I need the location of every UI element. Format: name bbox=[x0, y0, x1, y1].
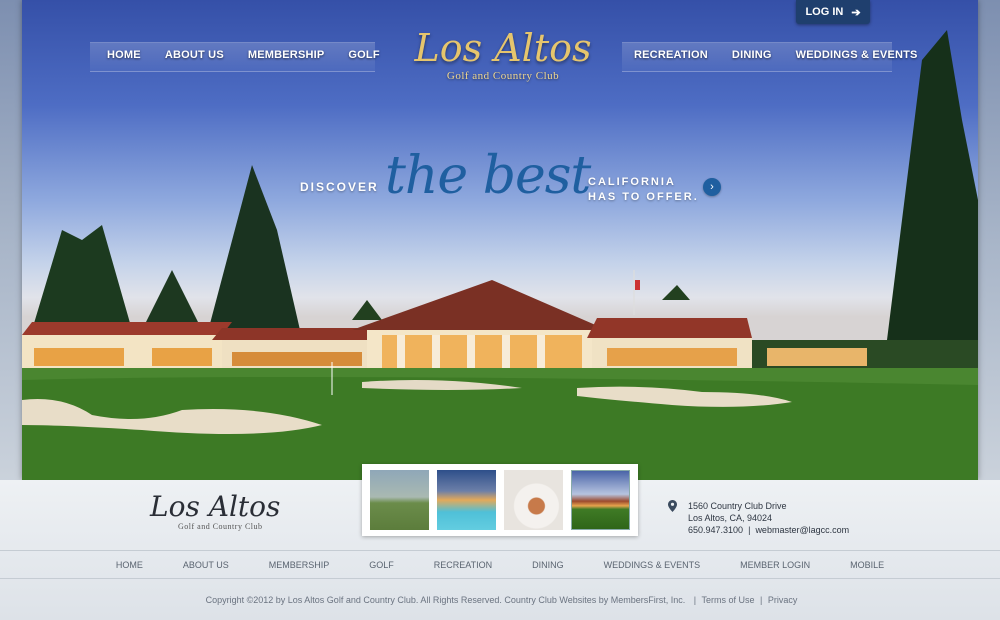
contact-separator: | bbox=[748, 525, 751, 535]
tagline-california-line2: HAS TO OFFER. bbox=[588, 191, 699, 203]
copyright-text: Copyright ©2012 by Los Altos Golf and Co… bbox=[205, 595, 686, 605]
login-label: LOG IN bbox=[805, 6, 844, 18]
main-nav-left: HOME ABOUT US MEMBERSHIP GOLF bbox=[95, 40, 392, 70]
logo-script-text: Los Altos bbox=[414, 26, 592, 70]
copyright-line: Copyright ©2012 by Los Altos Golf and Co… bbox=[0, 595, 1000, 605]
nav-dining[interactable]: DINING bbox=[720, 49, 784, 61]
thumbnail-clubhouse[interactable] bbox=[570, 470, 630, 530]
footer-nav-mobile[interactable]: MOBILE bbox=[830, 560, 904, 570]
tagline-california-line1: CALIFORNIA bbox=[588, 176, 676, 188]
footer-nav-member-login[interactable]: MEMBER LOGIN bbox=[720, 560, 830, 570]
thumbnail-golf-course[interactable] bbox=[370, 470, 429, 530]
footer-nav: HOME ABOUT US MEMBERSHIP GOLF RECREATION… bbox=[0, 560, 1000, 570]
footer-address: 1560 Country Club Drive Los Altos, CA, 9… bbox=[688, 500, 849, 536]
terms-of-use-link[interactable]: Terms of Use bbox=[701, 595, 754, 605]
nav-recreation[interactable]: RECREATION bbox=[622, 49, 720, 61]
tagline-the-best: the best bbox=[385, 146, 591, 206]
chevron-right-icon[interactable]: › bbox=[703, 178, 721, 196]
footer-nav-dining[interactable]: DINING bbox=[512, 560, 584, 570]
footer-nav-about-us[interactable]: ABOUT US bbox=[163, 560, 249, 570]
footer-logo-subtitle: Golf and Country Club bbox=[178, 522, 263, 531]
arrow-right-icon: ➔ bbox=[851, 6, 861, 19]
phone-number: 650.947.3100 bbox=[688, 525, 744, 535]
footer-nav-golf[interactable]: GOLF bbox=[349, 560, 414, 570]
footer-nav-recreation[interactable]: RECREATION bbox=[414, 560, 512, 570]
footer-divider-top bbox=[0, 550, 1000, 551]
thumbnail-strip bbox=[362, 464, 638, 536]
footer-nav-weddings-events[interactable]: WEDDINGS & EVENTS bbox=[584, 560, 721, 570]
nav-home[interactable]: HOME bbox=[95, 49, 153, 61]
logo-subtitle: Golf and Country Club bbox=[446, 70, 560, 82]
login-button[interactable]: LOG IN ➔ bbox=[796, 0, 870, 24]
main-nav-right: RECREATION DINING WEDDINGS & EVENTS bbox=[622, 40, 930, 70]
footer-logo-script: Los Altos bbox=[150, 490, 281, 523]
footer-nav-home[interactable]: HOME bbox=[96, 560, 163, 570]
tagline-california: CALIFORNIA HAS TO OFFER. bbox=[588, 175, 699, 205]
copyright-separator-2: | bbox=[760, 595, 763, 605]
nav-about-us[interactable]: ABOUT US bbox=[153, 49, 236, 61]
thumbnail-dining[interactable] bbox=[503, 470, 563, 530]
nav-weddings-events[interactable]: WEDDINGS & EVENTS bbox=[784, 49, 930, 61]
location-pin-icon bbox=[668, 500, 677, 512]
footer-nav-membership[interactable]: MEMBERSHIP bbox=[249, 560, 350, 570]
privacy-link[interactable]: Privacy bbox=[768, 595, 798, 605]
address-line1: 1560 Country Club Drive bbox=[688, 501, 787, 511]
nav-membership[interactable]: MEMBERSHIP bbox=[236, 49, 337, 61]
copyright-separator-1: | bbox=[693, 595, 697, 605]
footer-divider-bottom bbox=[0, 578, 1000, 579]
site-logo[interactable]: Los Altos Golf and Country Club bbox=[388, 28, 618, 98]
contact-line: 650.947.3100 | webmaster@lagcc.com bbox=[688, 524, 849, 536]
nav-golf[interactable]: GOLF bbox=[336, 49, 391, 61]
email-link[interactable]: webmaster@lagcc.com bbox=[755, 525, 849, 535]
tagline-discover: DISCOVER bbox=[300, 180, 379, 194]
footer-logo[interactable]: Los Altos Golf and Country Club bbox=[150, 492, 310, 540]
thumbnail-pool[interactable] bbox=[436, 470, 496, 530]
address-line2: Los Altos, CA, 94024 bbox=[688, 513, 773, 523]
